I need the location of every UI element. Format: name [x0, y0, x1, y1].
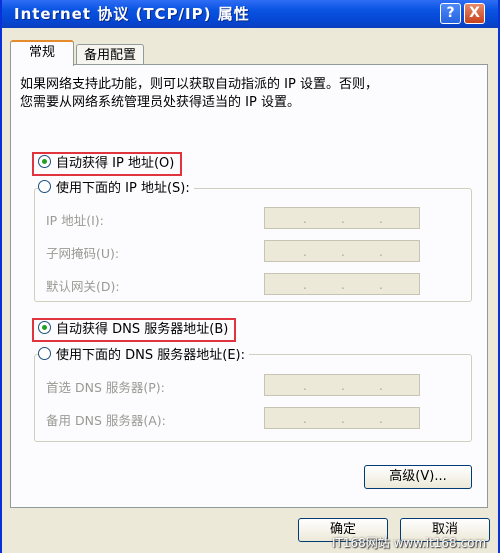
preferred-dns-label: 首选 DNS 服务器(P): [46, 380, 165, 395]
manual-ip-label: 使用下面的 IP 地址(S): [56, 181, 190, 196]
manual-dns-label: 使用下面的 DNS 服务器地址(E): [56, 348, 245, 363]
auto-ip-radio-option[interactable]: 自动获得 IP 地址(O) [32, 152, 183, 176]
manual-dns-radio-option[interactable]: 使用下面的 DNS 服务器地址(E): [38, 346, 249, 366]
ip-address-input[interactable] [264, 207, 420, 229]
manual-ip-radio-icon[interactable] [38, 180, 51, 193]
auto-dns-radio-option[interactable]: 自动获得 DNS 服务器地址(B) [32, 318, 237, 342]
manual-dns-radio-icon[interactable] [38, 347, 51, 360]
close-button[interactable]: X [464, 3, 485, 24]
help-button[interactable]: ? [440, 3, 461, 24]
window-title: Internet 协议 (TCP/IP) 属性 [14, 5, 250, 23]
tcpip-properties-dialog: Internet 协议 (TCP/IP) 属性 ? X 常规 备用配置 如果网络… [0, 0, 500, 553]
auto-dns-radio-icon[interactable] [38, 321, 51, 334]
description-line-1: 如果网络支持此功能，则可以获取自动指派的 IP 设置。否则， [20, 77, 378, 92]
alternate-dns-input[interactable] [264, 407, 420, 429]
ip-address-label: IP 地址(I): [46, 213, 104, 228]
alternate-dns-label: 备用 DNS 服务器(A): [46, 413, 166, 428]
default-gateway-label: 默认网关(D): [46, 279, 120, 294]
title-bar[interactable]: Internet 协议 (TCP/IP) 属性 ? X [2, 0, 498, 28]
auto-ip-label: 自动获得 IP 地址(O) [56, 156, 175, 171]
site-watermark: IT168网站 www.it168.com [332, 536, 487, 550]
description-line-2: 您需要从网络系统管理员处获得适当的 IP 设置。 [20, 95, 300, 110]
auto-dns-label: 自动获得 DNS 服务器地址(B) [56, 322, 229, 337]
manual-ip-radio-option[interactable]: 使用下面的 IP 地址(S): [38, 179, 194, 199]
preferred-dns-input[interactable] [264, 374, 420, 396]
subnet-mask-input[interactable] [264, 240, 420, 262]
advanced-button[interactable]: 高级(V)... [364, 465, 472, 489]
auto-ip-radio-icon[interactable] [38, 155, 51, 168]
close-icon: X [469, 5, 480, 21]
subnet-mask-label: 子网掩码(U): [46, 246, 120, 261]
description-text: 如果网络支持此功能，则可以获取自动指派的 IP 设置。否则， 您需要从网络系统管… [20, 76, 480, 112]
help-icon: ? [446, 5, 455, 21]
tab-general[interactable]: 常规 [10, 40, 74, 66]
tab-alternate-config[interactable]: 备用配置 [76, 44, 144, 66]
default-gateway-input[interactable] [264, 273, 420, 295]
